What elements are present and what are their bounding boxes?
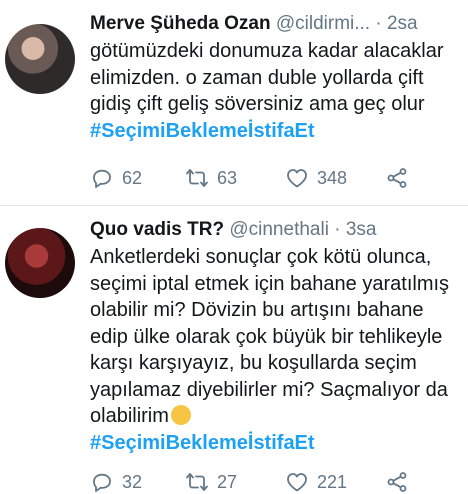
heart-icon (287, 473, 307, 492)
tweet-actions: 32 27 221 (90, 470, 458, 494)
retweet-icon (186, 473, 208, 491)
thinking-face-emoji (170, 405, 191, 425)
separator-dot: · (334, 219, 341, 240)
user-handle[interactable]: @cinnethali (229, 219, 329, 240)
display-name[interactable]: Merve Şüheda Ozan (90, 13, 271, 34)
like-button[interactable]: 221 (285, 470, 385, 494)
hashtag-link[interactable]: #SeçimiBeklemeİstifaEt (90, 430, 458, 456)
tweet-text-content: Anketlerdeki sonuçlar çok kötü olunca, s… (90, 246, 450, 427)
retweet-button[interactable]: 63 (185, 166, 285, 190)
tweet-text-content: götümüzdeki donumuza kadar alacaklar eli… (90, 40, 444, 115)
tweet-time[interactable]: 2sa (387, 13, 418, 34)
tweet-header: Quo vadis TR? @cinnethali · 3sa (90, 218, 458, 242)
avatar[interactable] (5, 24, 75, 94)
tweet-text: götümüzdeki donumuza kadar alacaklar eli… (90, 38, 458, 144)
tweet[interactable]: Merve Şüheda Ozan @cildirmi... · 2sa göt… (0, 0, 468, 205)
share-icon (387, 168, 407, 188)
retweet-count: 63 (217, 167, 238, 188)
tweet-text: Anketlerdeki sonuçlar çok kötü olunca, s… (90, 244, 458, 456)
like-count: 221 (317, 471, 348, 492)
heart-icon (287, 169, 307, 188)
like-button[interactable]: 348 (285, 166, 385, 190)
avatar[interactable] (5, 228, 75, 298)
display-name[interactable]: Quo vadis TR? (90, 219, 224, 240)
tweet-actions: 62 63 348 (90, 166, 458, 190)
separator-dot: · (375, 13, 382, 34)
tweet-time[interactable]: 3sa (346, 219, 377, 240)
retweet-icon (186, 169, 208, 187)
like-count: 348 (317, 167, 348, 188)
tweet[interactable]: Quo vadis TR? @cinnethali · 3sa Anketler… (0, 206, 468, 492)
share-button[interactable] (385, 470, 409, 494)
reply-count: 62 (122, 167, 143, 188)
tweet-header: Merve Şüheda Ozan @cildirmi... · 2sa (90, 12, 458, 36)
reply-button[interactable]: 32 (90, 470, 185, 494)
reply-button[interactable]: 62 (90, 166, 185, 190)
hashtag-link[interactable]: #SeçimiBeklemeİstifaEt (90, 118, 458, 144)
user-handle[interactable]: @cildirmi... (276, 13, 370, 34)
reply-count: 32 (122, 471, 143, 492)
share-button[interactable] (385, 166, 409, 190)
retweet-count: 27 (217, 471, 238, 492)
retweet-button[interactable]: 27 (185, 470, 285, 494)
reply-icon (93, 473, 111, 492)
reply-icon (93, 169, 111, 188)
share-icon (387, 472, 407, 492)
